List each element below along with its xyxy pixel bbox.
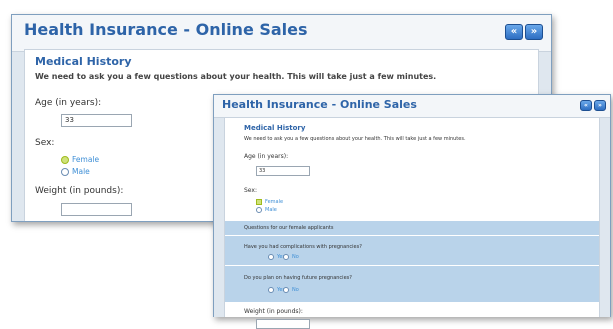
sex-male-radio[interactable]: Male bbox=[61, 167, 90, 176]
window-titlebar: Health Insurance - Online Sales « » bbox=[214, 95, 610, 118]
section-title: Medical History bbox=[244, 124, 306, 132]
complications-no-radio[interactable]: No bbox=[283, 254, 299, 260]
sex-male-radio[interactable]: Male bbox=[256, 207, 277, 213]
radio-circle-icon bbox=[283, 287, 289, 293]
weight-label: Weight (in pounds): bbox=[244, 308, 303, 315]
age-input[interactable]: 33 bbox=[61, 114, 132, 127]
radio-label: Male bbox=[265, 207, 277, 213]
radio-circle-icon bbox=[256, 199, 262, 205]
pregnancy-complications-question: Have you had complications with pregnanc… bbox=[244, 244, 362, 250]
future-no-radio[interactable]: No bbox=[283, 287, 299, 293]
weight-input[interactable] bbox=[256, 319, 310, 329]
window-titlebar: Health Insurance - Online Sales « » bbox=[12, 15, 551, 52]
age-label: Age (in years): bbox=[244, 153, 289, 160]
nav-buttons: « » bbox=[505, 24, 543, 40]
nav-buttons: « » bbox=[580, 100, 606, 111]
form-panel: Medical History We need to ask you a few… bbox=[224, 117, 600, 329]
radio-label: Female bbox=[72, 155, 100, 164]
divider bbox=[225, 265, 599, 266]
sex-label: Sex: bbox=[244, 187, 257, 194]
radio-circle-icon bbox=[268, 254, 274, 260]
intro-text: We need to ask you a few questions about… bbox=[35, 72, 437, 81]
female-section-title: Questions for our female applicants bbox=[244, 225, 334, 231]
sex-female-radio[interactable]: Female bbox=[61, 155, 99, 164]
female-questions-section: Questions for our female applicants Have… bbox=[225, 221, 599, 302]
weight-label: Weight (in pounds): bbox=[35, 186, 124, 196]
age-label: Age (in years): bbox=[35, 98, 102, 108]
future-pregnancies-question: Do you plan on having future pregnancies… bbox=[244, 275, 352, 281]
window-title: Health Insurance - Online Sales bbox=[222, 98, 417, 111]
next-button[interactable]: » bbox=[594, 100, 606, 111]
weight-input[interactable] bbox=[61, 203, 132, 216]
intro-text: We need to ask you a few questions about… bbox=[244, 136, 466, 142]
divider bbox=[225, 235, 599, 236]
radio-label: Female bbox=[265, 199, 284, 205]
radio-circle-icon bbox=[268, 287, 274, 293]
radio-circle-icon bbox=[61, 167, 69, 176]
sex-female-radio[interactable]: Female bbox=[256, 199, 283, 205]
radio-label: No bbox=[292, 287, 299, 293]
window-title: Health Insurance - Online Sales bbox=[24, 20, 308, 39]
radio-label: No bbox=[292, 254, 299, 260]
radio-circle-icon bbox=[256, 207, 262, 213]
previous-button[interactable]: « bbox=[505, 24, 523, 40]
radio-label: Male bbox=[72, 167, 90, 176]
foreground-form-window: Health Insurance - Online Sales « » Medi… bbox=[213, 94, 611, 329]
section-title: Medical History bbox=[35, 55, 132, 68]
radio-circle-icon bbox=[61, 155, 69, 164]
radio-circle-icon bbox=[283, 254, 289, 260]
sex-label: Sex: bbox=[35, 138, 55, 148]
next-button[interactable]: » bbox=[525, 24, 543, 40]
previous-button[interactable]: « bbox=[580, 100, 592, 111]
age-input[interactable]: 33 bbox=[256, 166, 310, 176]
